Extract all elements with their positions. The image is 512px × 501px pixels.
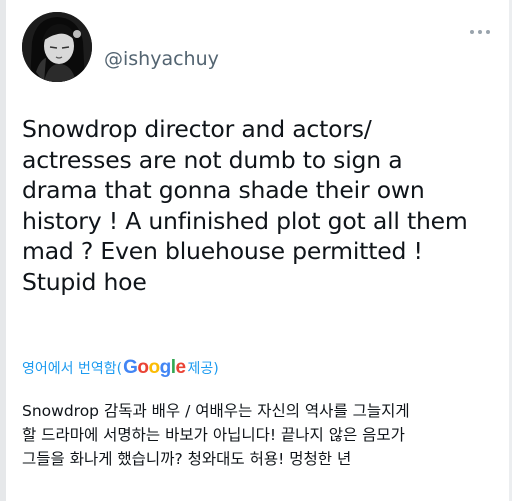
tweet-header: @ishyachuy [22,12,492,82]
dot-icon [478,30,482,34]
avatar[interactable] [22,12,92,82]
translation-attribution[interactable]: 영어에서 번역함( Google 제공) [22,356,219,380]
user-handle[interactable]: @ishyachuy [104,48,219,70]
dot-icon [470,30,474,34]
avatar-image [22,12,92,82]
more-options-icon[interactable] [468,26,492,38]
dot-icon [486,30,490,34]
translated-text: Snowdrop 감독과 배우 / 여배우는 자신의 역사를 그늘지게 할 드라… [22,402,410,468]
google-logo: Google [123,357,186,378]
tweet-text: Snowdrop director and actors/ actresses … [22,115,468,296]
left-frame-border [0,0,6,501]
translation-suffix: 제공) [187,361,219,377]
translation-prefix: 영어에서 번역함( [22,361,123,377]
